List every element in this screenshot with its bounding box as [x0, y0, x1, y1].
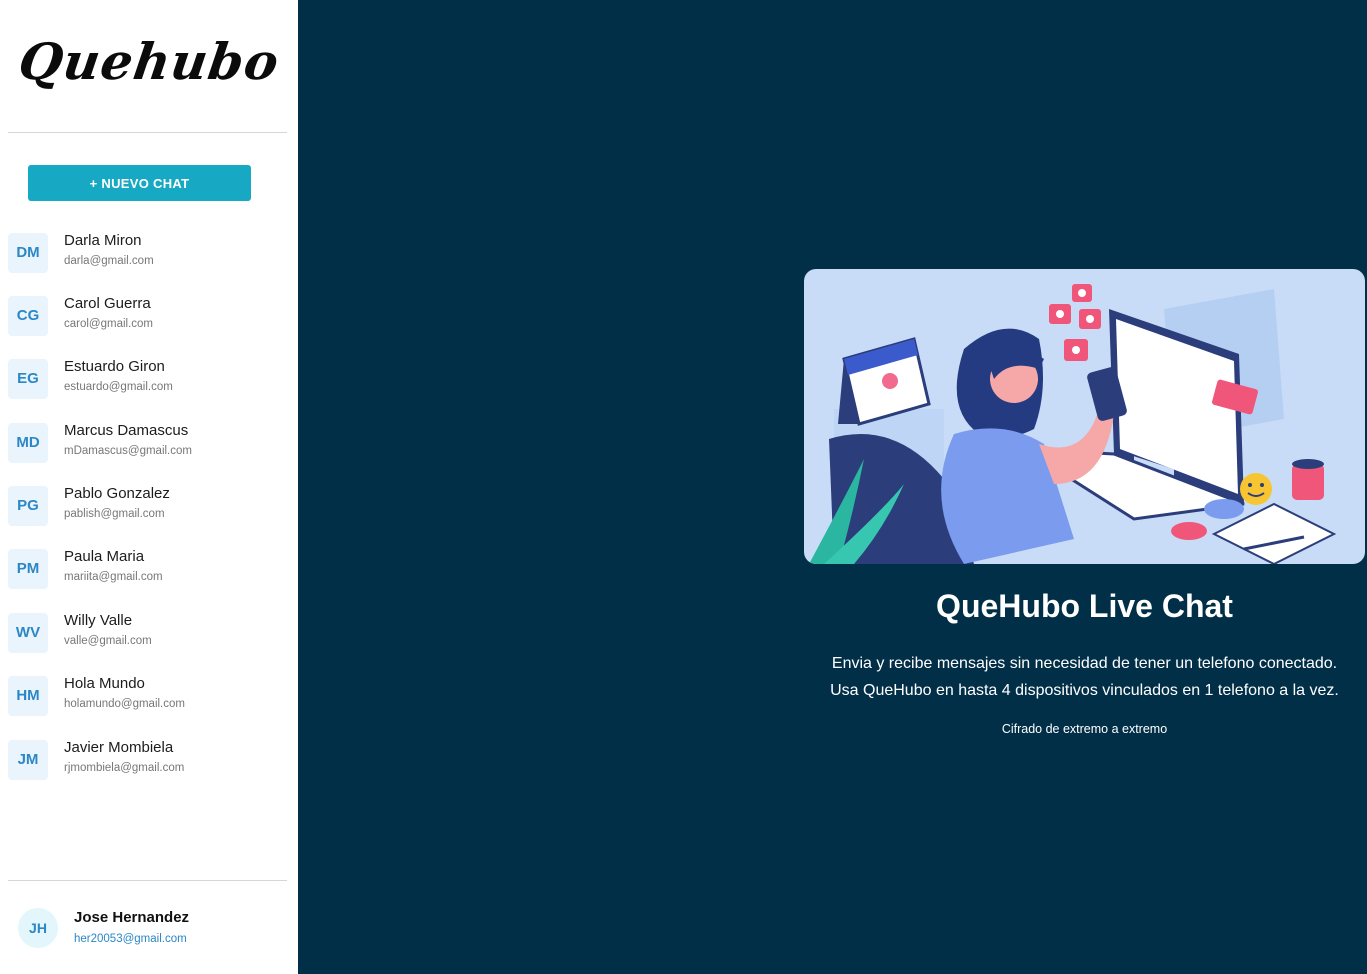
contact-name: Paula Maria: [64, 548, 145, 565]
contact-item[interactable]: PM Paula Maria mariita@gmail.com: [0, 548, 298, 609]
contact-name: Darla Miron: [64, 232, 142, 249]
current-user-avatar[interactable]: JH: [18, 908, 58, 948]
description-line: Usa QueHubo en hasta 4 dispositivos vinc…: [830, 682, 1339, 699]
contact-avatar: JM: [8, 740, 48, 780]
page-title: QueHubo Live Chat: [936, 588, 1233, 624]
contact-item[interactable]: MD Marcus Damascus mDamascus@gmail.com: [0, 422, 298, 483]
contact-email: mDamascus@gmail.com: [64, 445, 192, 457]
contact-email: valle@gmail.com: [64, 635, 152, 647]
contact-email: mariita@gmail.com: [64, 571, 163, 583]
description-line: Envia y recibe mensajes sin necesidad de…: [831, 655, 1338, 672]
contact-item[interactable]: WV Willy Valle valle@gmail.com: [0, 612, 298, 673]
description: Envia y recibe mensajes sin necesidad de…: [804, 650, 1365, 704]
contact-avatar: DM: [8, 233, 48, 273]
divider: [8, 880, 287, 881]
contact-avatar: CG: [8, 296, 48, 336]
contact-item[interactable]: EG Estuardo Giron estuardo@gmail.com: [0, 358, 298, 419]
contact-item[interactable]: DM Darla Miron darla@gmail.com: [0, 232, 298, 293]
contact-item[interactable]: JM Javier Mombiela rjmombiela@gmail.com: [0, 739, 298, 800]
contact-name: Pablo Gonzalez: [64, 485, 170, 502]
contact-avatar: PM: [8, 549, 48, 589]
contact-avatar: WV: [8, 613, 48, 653]
contact-email: rjmombiela@gmail.com: [64, 762, 185, 774]
encryption-note: Cifrado de extremo a extremo: [1001, 722, 1168, 736]
contact-item[interactable]: PG Pablo Gonzalez pablish@gmail.com: [0, 485, 298, 546]
contact-email: pablish@gmail.com: [64, 508, 165, 520]
contact-name: Estuardo Giron: [64, 358, 165, 375]
contact-email: estuardo@gmail.com: [64, 381, 173, 393]
contact-item[interactable]: HM Hola Mundo holamundo@gmail.com: [0, 675, 298, 736]
contact-email: holamundo@gmail.com: [64, 698, 185, 710]
current-user-name: Jose Hernandez: [74, 909, 190, 926]
contact-name: Javier Mombiela: [64, 739, 174, 756]
contact-name: Carol Guerra: [64, 295, 151, 312]
app-logo: Quehubo: [15, 32, 284, 91]
contact-item[interactable]: CG Carol Guerra carol@gmail.com: [0, 295, 298, 356]
contact-avatar: EG: [8, 359, 48, 399]
contact-avatar: MD: [8, 423, 48, 463]
contact-email: carol@gmail.com: [64, 318, 154, 330]
contact-name: Willy Valle: [64, 612, 133, 629]
contact-avatar: HM: [8, 676, 48, 716]
new-chat-button[interactable]: + NUEVO CHAT: [28, 165, 251, 201]
contact-avatar: PG: [8, 486, 48, 526]
hero-illustration: [804, 269, 1365, 564]
contact-name: Marcus Damascus: [64, 422, 189, 439]
sidebar: Quehubo + NUEVO CHAT DM Darla Miron darl…: [0, 0, 298, 974]
contact-email: darla@gmail.com: [64, 255, 154, 267]
contact-name: Hola Mundo: [64, 675, 145, 692]
current-user-email: her20053@gmail.com: [74, 933, 187, 945]
divider: [8, 132, 287, 133]
